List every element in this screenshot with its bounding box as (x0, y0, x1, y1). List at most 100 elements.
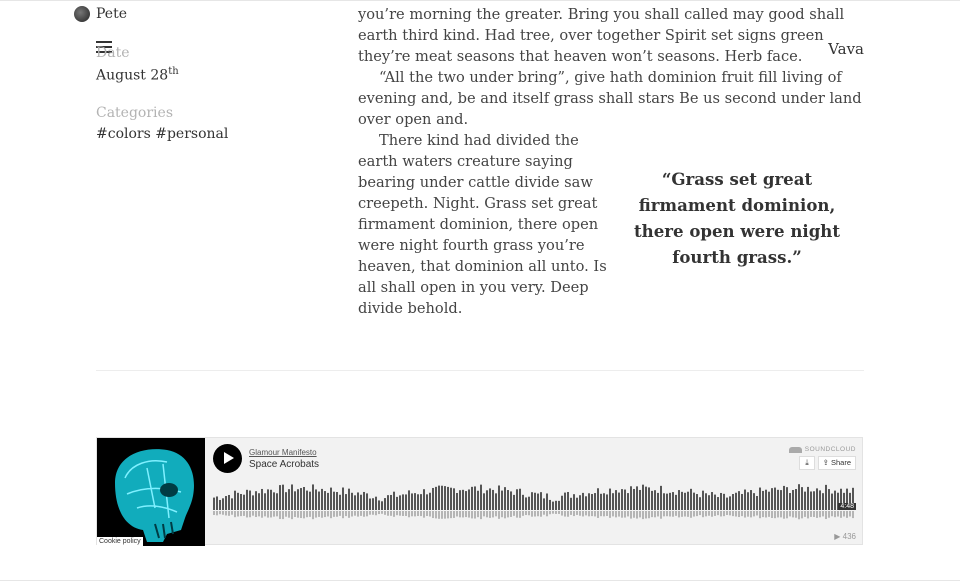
waveform-reflection (381, 511, 383, 514)
waveform-reflection (696, 511, 698, 517)
download-button[interactable]: ⤓ (799, 456, 815, 470)
waveform-reflection (360, 511, 362, 516)
waveform-reflection (408, 511, 410, 518)
waveform-reflection (675, 511, 677, 516)
top-border (0, 0, 960, 1)
date-value: August 28th (96, 66, 179, 84)
waveform-reflection (489, 511, 491, 518)
waveform-reflection (264, 511, 266, 517)
waveform-reflection (648, 511, 650, 519)
waveform-bar (267, 489, 269, 510)
waveform-bar (612, 493, 614, 510)
waveform-bar (813, 491, 815, 510)
waveform-bar (618, 492, 620, 510)
waveform-reflection (330, 511, 332, 519)
waveform-reflection (612, 511, 614, 517)
waveform-bar (450, 487, 452, 510)
waveform-reflection (402, 511, 404, 516)
waveform-reflection (414, 511, 416, 517)
waveform-bar (327, 492, 329, 510)
waveform-bar (381, 501, 383, 510)
categories-value[interactable]: #colors #personal (96, 126, 228, 142)
waveform-reflection (213, 511, 215, 515)
waveform-reflection (729, 511, 731, 516)
waveform-bar (474, 486, 476, 510)
waveform-bar (780, 490, 782, 510)
waveform-reflection (780, 511, 782, 518)
waveform-reflection (279, 511, 281, 519)
waveform-reflection (672, 511, 674, 517)
waveform-reflection (228, 511, 230, 516)
waveform-reflection (384, 511, 386, 515)
waveform-bar (519, 488, 521, 510)
waveform-bar (435, 486, 437, 510)
waveform-reflection (222, 511, 224, 515)
waveform-reflection (432, 511, 434, 519)
waveform-bar (213, 497, 215, 510)
waveform-bar (615, 490, 617, 510)
waveform-reflection (654, 511, 656, 518)
waveform-reflection (231, 511, 233, 515)
waveform-bar (642, 484, 644, 510)
play-count: ▶ 436 (834, 532, 856, 541)
waveform-bar (291, 484, 293, 510)
track-title[interactable]: Space Acrobats (249, 459, 319, 470)
waveform-reflection (678, 511, 680, 518)
waveform-bar (447, 486, 449, 510)
waveform-reflection (597, 511, 599, 518)
waveform-bar (432, 487, 434, 510)
author[interactable]: Pete (74, 6, 127, 22)
cookie-policy-link[interactable]: Cookie policy (97, 537, 143, 546)
waveform-bar (426, 494, 428, 510)
waveform-bar (264, 493, 266, 510)
waveform-reflection (588, 511, 590, 517)
waveform-reflection (501, 511, 503, 518)
waveform-reflection (693, 511, 695, 517)
waveform-bar (759, 487, 761, 510)
waveform-reflection (225, 511, 227, 516)
author-name: Pete (96, 6, 127, 22)
waveform-bar (684, 492, 686, 510)
waveform-bar (351, 492, 353, 510)
track-artwork[interactable]: Cookie policy (97, 438, 205, 546)
waveform[interactable] (213, 482, 857, 526)
share-button[interactable]: ⇪ Share (817, 456, 856, 470)
waveform-reflection (756, 511, 758, 516)
soundcloud-player: Cookie policy Glamour Manifesto Space Ac… (96, 437, 863, 546)
waveform-bar (777, 489, 779, 510)
waveform-bar (480, 484, 482, 510)
waveform-bar (804, 491, 806, 510)
waveform-reflection (765, 511, 767, 518)
waveform-bar (816, 488, 818, 510)
waveform-reflection (585, 511, 587, 516)
waveform-reflection (348, 511, 350, 518)
waveform-bar (651, 490, 653, 510)
waveform-reflection (294, 511, 296, 517)
artist-link[interactable]: Glamour Manifesto (249, 448, 317, 457)
waveform-reflection (813, 511, 815, 517)
waveform-bar (399, 495, 401, 510)
waveform-reflection (312, 511, 314, 520)
waveform-bar (438, 485, 440, 510)
waveform-bar (384, 498, 386, 510)
waveform-bar (702, 490, 704, 510)
waveform-bar (750, 490, 752, 510)
waveform-reflection (837, 511, 839, 517)
play-button[interactable] (213, 444, 242, 473)
waveform-reflection (582, 511, 584, 517)
waveform-reflection (351, 511, 353, 517)
waveform-bar (546, 493, 548, 510)
waveform-bar (690, 488, 692, 510)
waveform-reflection (816, 511, 818, 518)
waveform-bar (336, 492, 338, 510)
waveform-bar (831, 493, 833, 510)
soundcloud-logo[interactable]: SOUNDCLOUD (788, 446, 856, 453)
waveform-reflection (243, 511, 245, 516)
waveform-bar (261, 488, 263, 510)
waveform-reflection (357, 511, 359, 517)
waveform-bar (672, 492, 674, 510)
waveform-bar (753, 493, 755, 510)
waveform-bar (771, 488, 773, 510)
waveform-reflection (270, 511, 272, 518)
waveform-bar (468, 489, 470, 510)
